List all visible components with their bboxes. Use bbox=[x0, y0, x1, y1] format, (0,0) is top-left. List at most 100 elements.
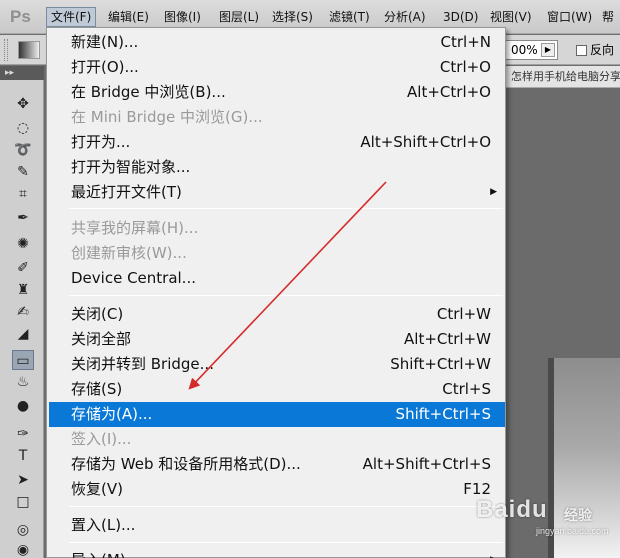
menu-item-revert[interactable]: 恢复(V) F12 bbox=[49, 477, 505, 502]
3d-orbit-tool-icon[interactable]: ◉ bbox=[12, 540, 34, 558]
chevron-right-icon[interactable]: ▶ bbox=[541, 43, 555, 57]
menu-3d[interactable]: 3D(D) bbox=[439, 7, 482, 27]
lasso-tool-icon[interactable]: ➰ bbox=[12, 140, 34, 160]
submenu-arrow-icon: ▶ bbox=[490, 187, 497, 197]
menu-item-shortcut: Alt+Ctrl+W bbox=[404, 330, 491, 348]
history-brush-tool-icon[interactable]: ✍ bbox=[12, 302, 34, 322]
menu-item-shortcut: Ctrl+W bbox=[436, 305, 491, 323]
menu-item-label: 新建(N)... bbox=[71, 33, 139, 51]
menu-item-shortcut: Alt+Ctrl+O bbox=[407, 83, 491, 101]
menu-item-label: 创建新审核(W)... bbox=[71, 244, 187, 262]
menu-view[interactable]: 视图(V) bbox=[486, 7, 536, 27]
menu-item-open-as[interactable]: 打开为... Alt+Shift+Ctrl+O bbox=[49, 130, 505, 155]
opacity-field[interactable]: 00% ▶ bbox=[498, 40, 558, 60]
menu-item-label: 恢复(V) bbox=[71, 480, 123, 498]
document-tab[interactable]: 怎样用手机给电脑分享 bbox=[505, 66, 620, 88]
menu-item-label: 置入(L)... bbox=[71, 516, 136, 534]
menu-item-shortcut: Ctrl+S bbox=[442, 380, 491, 398]
menu-item-label: 存储为(A)... bbox=[71, 405, 153, 423]
menu-item-label: Device Central... bbox=[71, 269, 196, 287]
menu-item-device-central[interactable]: Device Central... bbox=[49, 266, 505, 291]
blur-tool-icon[interactable]: ♨ bbox=[12, 372, 34, 392]
gradient-tool-icon[interactable]: ▭ bbox=[12, 350, 34, 370]
menu-item-label: 关闭并转到 Bridge... bbox=[71, 355, 214, 373]
menu-help[interactable]: 帮 bbox=[598, 7, 618, 27]
menu-window[interactable]: 窗口(W) bbox=[543, 7, 596, 27]
menu-item-recent-files[interactable]: 最近打开文件(T) ▶ bbox=[49, 180, 505, 205]
type-tool-icon[interactable]: T bbox=[12, 446, 34, 466]
menu-item-share-screen: 共享我的屏幕(H)... bbox=[49, 216, 505, 241]
menu-item-label: 关闭(C) bbox=[71, 305, 124, 323]
photoshop-logo: Ps bbox=[10, 7, 31, 26]
menu-item-save-as[interactable]: 存储为(A)... Shift+Ctrl+S bbox=[49, 402, 505, 427]
menu-item-open[interactable]: 打开(O)... Ctrl+O bbox=[49, 55, 505, 80]
baidu-watermark: Baidu 经验 jingyan.baidu.com bbox=[476, 496, 620, 536]
reverse-checkbox[interactable] bbox=[576, 45, 587, 56]
menu-edit[interactable]: 编辑(E) bbox=[104, 7, 153, 27]
menu-analysis[interactable]: 分析(A) bbox=[380, 7, 430, 27]
menu-separator bbox=[69, 295, 503, 296]
shape-tool-icon[interactable]: □ bbox=[12, 492, 34, 512]
menu-item-create-review: 创建新审核(W)... bbox=[49, 241, 505, 266]
menu-item-close[interactable]: 关闭(C) Ctrl+W bbox=[49, 302, 505, 327]
3d-rotate-tool-icon[interactable]: ◎ bbox=[12, 520, 34, 540]
watermark-logo-text: Baidu bbox=[476, 496, 548, 523]
file-menu-dropdown: 新建(N)... Ctrl+N 打开(O)... Ctrl+O 在 Bridge… bbox=[46, 27, 506, 558]
clone-stamp-tool-icon[interactable]: ♜ bbox=[12, 280, 34, 300]
eraser-tool-icon[interactable]: ◢ bbox=[12, 324, 34, 344]
brush-tool-icon[interactable]: ✐ bbox=[12, 258, 34, 278]
watermark-url: jingyan.baidu.com bbox=[536, 526, 609, 536]
menu-item-label: 在 Mini Bridge 中浏览(G)... bbox=[71, 108, 263, 126]
menu-item-browse-bridge[interactable]: 在 Bridge 中浏览(B)... Alt+Ctrl+O bbox=[49, 80, 505, 105]
eyedropper-tool-icon[interactable]: ✒ bbox=[12, 208, 34, 228]
crop-tool-icon[interactable]: ⌗ bbox=[12, 184, 34, 204]
menu-file[interactable]: 文件(F) bbox=[46, 7, 97, 27]
quick-select-tool-icon[interactable]: ✎ bbox=[12, 162, 34, 182]
menu-separator bbox=[69, 542, 503, 543]
menu-item-save[interactable]: 存储(S) Ctrl+S bbox=[49, 377, 505, 402]
path-select-tool-icon[interactable]: ➤ bbox=[12, 470, 34, 490]
menu-item-open-smart-object[interactable]: 打开为智能对象... bbox=[49, 155, 505, 180]
menu-item-new[interactable]: 新建(N)... Ctrl+N bbox=[49, 30, 505, 55]
menu-item-label: 存储为 Web 和设备所用格式(D)... bbox=[71, 455, 301, 473]
opacity-value: 00% bbox=[511, 43, 538, 57]
gradient-preset-icon[interactable] bbox=[18, 41, 40, 59]
menu-item-import[interactable]: 导入(M) ▶ bbox=[49, 548, 505, 558]
menu-item-shortcut: Ctrl+O bbox=[439, 58, 491, 76]
menu-item-check-in: 签入(I)... bbox=[49, 427, 505, 452]
menu-item-close-all[interactable]: 关闭全部 Alt+Ctrl+W bbox=[49, 327, 505, 352]
menu-separator bbox=[69, 506, 503, 507]
menu-filter[interactable]: 滤镜(T) bbox=[325, 7, 374, 27]
healing-brush-tool-icon[interactable]: ✺ bbox=[12, 234, 34, 254]
pen-tool-icon[interactable]: ✑ bbox=[12, 424, 34, 444]
menu-select[interactable]: 选择(S) bbox=[268, 7, 317, 27]
tools-panel: ▸▸ ✥ ◌ ➰ ✎ ⌗ ✒ ✺ ✐ ♜ ✍ ◢ ▭ ♨ ● ✑ T ➤ □ ◎… bbox=[0, 66, 44, 558]
menu-item-close-go-bridge[interactable]: 关闭并转到 Bridge... Shift+Ctrl+W bbox=[49, 352, 505, 377]
menu-item-label: 打开为... bbox=[71, 133, 131, 151]
menu-item-label: 打开(O)... bbox=[71, 58, 139, 76]
menu-item-label: 打开为智能对象... bbox=[71, 158, 191, 176]
menu-item-label: 共享我的屏幕(H)... bbox=[71, 219, 199, 237]
menu-item-shortcut: Shift+Ctrl+W bbox=[390, 355, 491, 373]
panel-collapse-icon[interactable]: ▸▸ bbox=[0, 66, 44, 80]
dodge-tool-icon[interactable]: ● bbox=[12, 396, 34, 416]
menu-item-shortcut: Shift+Ctrl+S bbox=[395, 405, 491, 423]
menu-image[interactable]: 图像(I) bbox=[160, 7, 205, 27]
menu-item-save-for-web[interactable]: 存储为 Web 和设备所用格式(D)... Alt+Shift+Ctrl+S bbox=[49, 452, 505, 477]
menu-item-shortcut: Alt+Shift+Ctrl+O bbox=[360, 133, 491, 151]
reverse-label: 反向 bbox=[590, 43, 615, 57]
menu-item-label: 最近打开文件(T) bbox=[71, 183, 182, 201]
submenu-arrow-icon: ▶ bbox=[490, 548, 497, 558]
menu-layer[interactable]: 图层(L) bbox=[215, 7, 263, 27]
menu-separator bbox=[69, 208, 503, 209]
menu-item-label: 签入(I)... bbox=[71, 430, 132, 448]
menu-item-label: 关闭全部 bbox=[71, 330, 132, 348]
options-grip[interactable] bbox=[4, 39, 8, 61]
menu-item-label: 导入(M) bbox=[71, 548, 126, 558]
menu-item-label: 存储(S) bbox=[71, 380, 123, 398]
menu-item-label: 在 Bridge 中浏览(B)... bbox=[71, 83, 226, 101]
watermark-sub-text: 经验 bbox=[564, 507, 592, 523]
move-tool-icon[interactable]: ✥ bbox=[12, 94, 34, 114]
menu-item-place[interactable]: 置入(L)... bbox=[49, 513, 505, 538]
marquee-tool-icon[interactable]: ◌ bbox=[12, 118, 34, 138]
